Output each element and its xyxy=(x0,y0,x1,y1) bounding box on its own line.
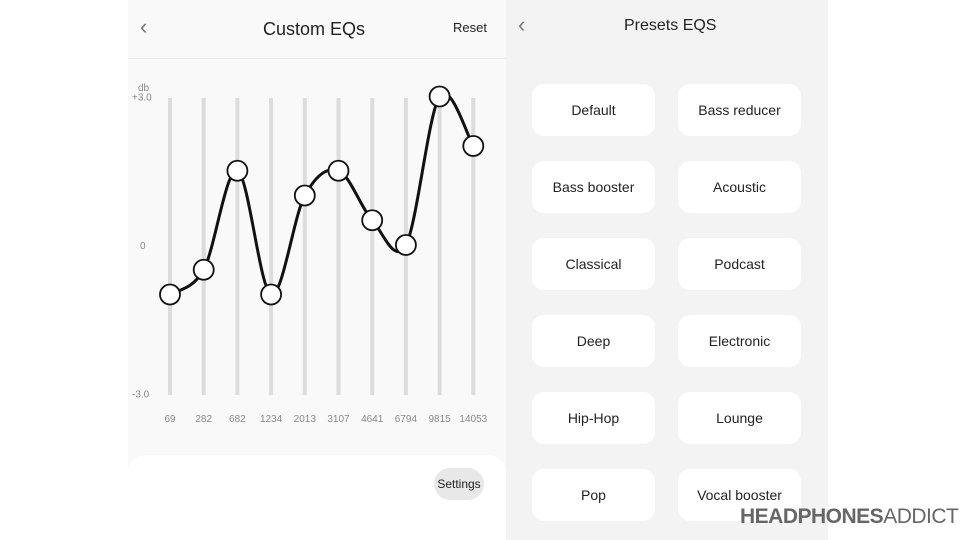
band-handle[interactable] xyxy=(428,85,451,108)
preset-hip-hop[interactable]: Hip-Hop xyxy=(532,392,655,444)
preset-lounge[interactable]: Lounge xyxy=(678,392,801,444)
back-icon[interactable]: ‹ xyxy=(518,12,525,38)
band-handle[interactable] xyxy=(293,184,316,207)
watermark-logo: HEADPHONESADDICT xyxy=(740,505,959,528)
band-handle[interactable] xyxy=(226,159,249,182)
preset-bass-booster[interactable]: Bass booster xyxy=(532,161,655,213)
preset-default[interactable]: Default xyxy=(532,84,655,136)
x-tick-label: 69 xyxy=(164,414,176,425)
page-title: Presets EQS xyxy=(624,17,717,34)
x-tick-label: 282 xyxy=(195,414,212,425)
x-tick-label: 6794 xyxy=(395,414,418,425)
band-handle[interactable] xyxy=(394,234,417,256)
band-handle[interactable] xyxy=(159,283,181,306)
custom-eq-panel: ‹ Custom EQs Reset db +3.0 0 -3.0 69 282 682 12… xyxy=(128,0,506,540)
x-tick-label: 4641 xyxy=(361,414,384,425)
band-handle[interactable] xyxy=(327,159,350,182)
x-tick-label: 14053 xyxy=(459,414,487,425)
y-tick-label: 0 xyxy=(140,241,146,252)
band-handle[interactable] xyxy=(361,209,384,232)
preset-acoustic[interactable]: Acoustic xyxy=(678,161,801,213)
settings-button[interactable]: Settings xyxy=(434,468,484,500)
x-tick-label: 682 xyxy=(229,414,246,425)
band-handle[interactable] xyxy=(192,258,215,281)
eq-chart: db+3.00-3.069 282 682 1234 2013 3107 4641 6794 9… xyxy=(132,83,488,425)
preset-pop[interactable]: Pop xyxy=(532,469,655,521)
preset-deep[interactable]: Deep xyxy=(532,315,655,367)
band-handle[interactable] xyxy=(462,135,485,157)
band-handle[interactable] xyxy=(260,283,283,306)
preset-podcast[interactable]: Podcast xyxy=(678,238,801,290)
preset-classical[interactable]: Classical xyxy=(532,238,655,290)
x-tick-label: 9815 xyxy=(428,414,451,425)
eq-curve xyxy=(169,92,475,296)
preset-electronic[interactable]: Electronic xyxy=(678,315,801,367)
preset-bass-reducer[interactable]: Bass reducer xyxy=(678,84,801,136)
y-tick-label: +3.0 xyxy=(132,93,152,104)
x-tick-label: 1234 xyxy=(260,414,283,425)
presets-panel: ‹ Presets EQS Default Bass reducer Bass bo… xyxy=(506,0,828,540)
y-tick-label: -3.0 xyxy=(132,390,150,401)
x-tick-label: 3107 xyxy=(327,414,350,425)
x-tick-label: 2013 xyxy=(294,414,317,425)
